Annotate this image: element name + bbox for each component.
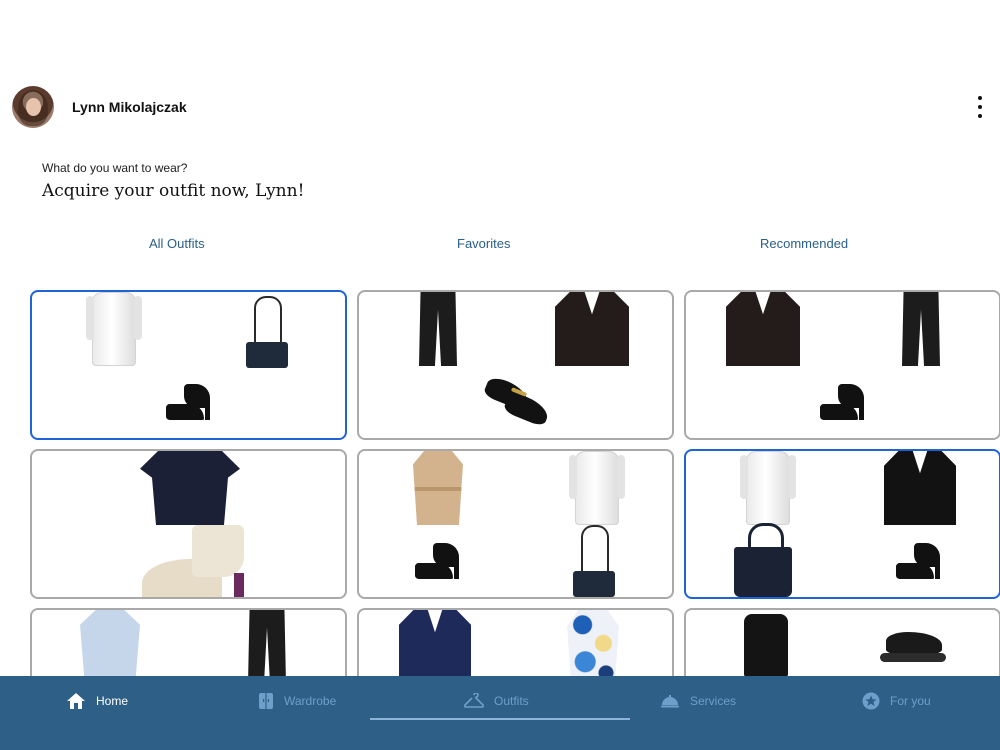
navy-blazer-image (399, 610, 471, 676)
nav-wardrobe-label: Wardrobe (284, 694, 337, 708)
black-blazer-image (555, 292, 629, 366)
intro-greeting: Acquire your outfit now, Lynn! (42, 181, 305, 201)
wardrobe-icon (259, 693, 273, 709)
nav-outfits[interactable]: Outfits (464, 690, 529, 712)
outfit-card[interactable] (30, 290, 347, 440)
tab-all-outfits[interactable]: All Outfits (149, 236, 205, 251)
nav-outfits-label: Outfits (494, 694, 529, 708)
star-badge-icon (862, 692, 880, 710)
profile-header: Lynn Mikolajczak (0, 84, 1000, 130)
outfit-card[interactable] (357, 608, 674, 676)
black-chain-bag-image (246, 296, 288, 368)
nav-services[interactable]: Services (660, 690, 736, 712)
outfit-grid (30, 290, 1000, 676)
beige-trench-coat-image (413, 451, 463, 525)
hanger-icon (464, 693, 484, 708)
white-dress-image (86, 292, 142, 366)
more-options-icon[interactable] (970, 96, 990, 118)
nav-home-label: Home (96, 694, 129, 708)
blue-print-dress-image (567, 610, 619, 676)
user-name: Lynn Mikolajczak (72, 99, 187, 115)
black-sneaker-image (880, 632, 946, 662)
navy-tote-bag-image (734, 523, 792, 597)
outfit-card[interactable] (30, 608, 347, 676)
intro-question: What do you want to wear? (42, 161, 188, 175)
tab-recommended[interactable]: Recommended (760, 236, 848, 251)
outfit-card[interactable] (30, 449, 347, 599)
navy-dress-image (140, 451, 240, 525)
outfit-card[interactable] (684, 290, 1000, 440)
black-gold-button-blazer-image (884, 451, 956, 525)
outfit-card[interactable] (357, 290, 674, 440)
black-trousers-image (902, 292, 940, 366)
black-camisole-image (744, 614, 788, 676)
nav-home[interactable]: Home (66, 690, 128, 712)
black-loafers-image (482, 374, 552, 428)
outfit-card[interactable] (684, 449, 1000, 599)
light-blue-blouse-image (80, 610, 140, 676)
outfit-card[interactable] (357, 449, 674, 599)
black-trousers-image (248, 610, 286, 676)
nav-wardrobe[interactable]: Wardrobe (258, 690, 336, 712)
black-patent-pump-image (166, 384, 214, 420)
bottom-navigation: Home Wardrobe Outfits Services For you (0, 676, 1000, 750)
home-icon (67, 693, 85, 709)
avatar[interactable] (12, 86, 54, 128)
nav-services-label: Services (690, 694, 737, 708)
cloche-icon (661, 695, 679, 708)
white-dress-image (740, 451, 796, 525)
tab-favorites[interactable]: Favorites (457, 236, 510, 251)
black-trousers-image (419, 292, 457, 366)
white-dress-image (569, 451, 625, 525)
nav-for-you[interactable]: For you (862, 690, 931, 712)
nav-for-you-label: For you (890, 694, 931, 708)
nav-active-indicator (370, 718, 630, 720)
black-patent-pump-image (896, 543, 944, 579)
outfit-card[interactable] (684, 608, 1000, 676)
black-blazer-image (726, 292, 800, 366)
black-chain-bag-image (573, 525, 615, 597)
cream-ankle-boot-image (142, 525, 252, 597)
black-patent-pump-image (415, 543, 463, 579)
black-patent-pump-image (820, 384, 868, 420)
